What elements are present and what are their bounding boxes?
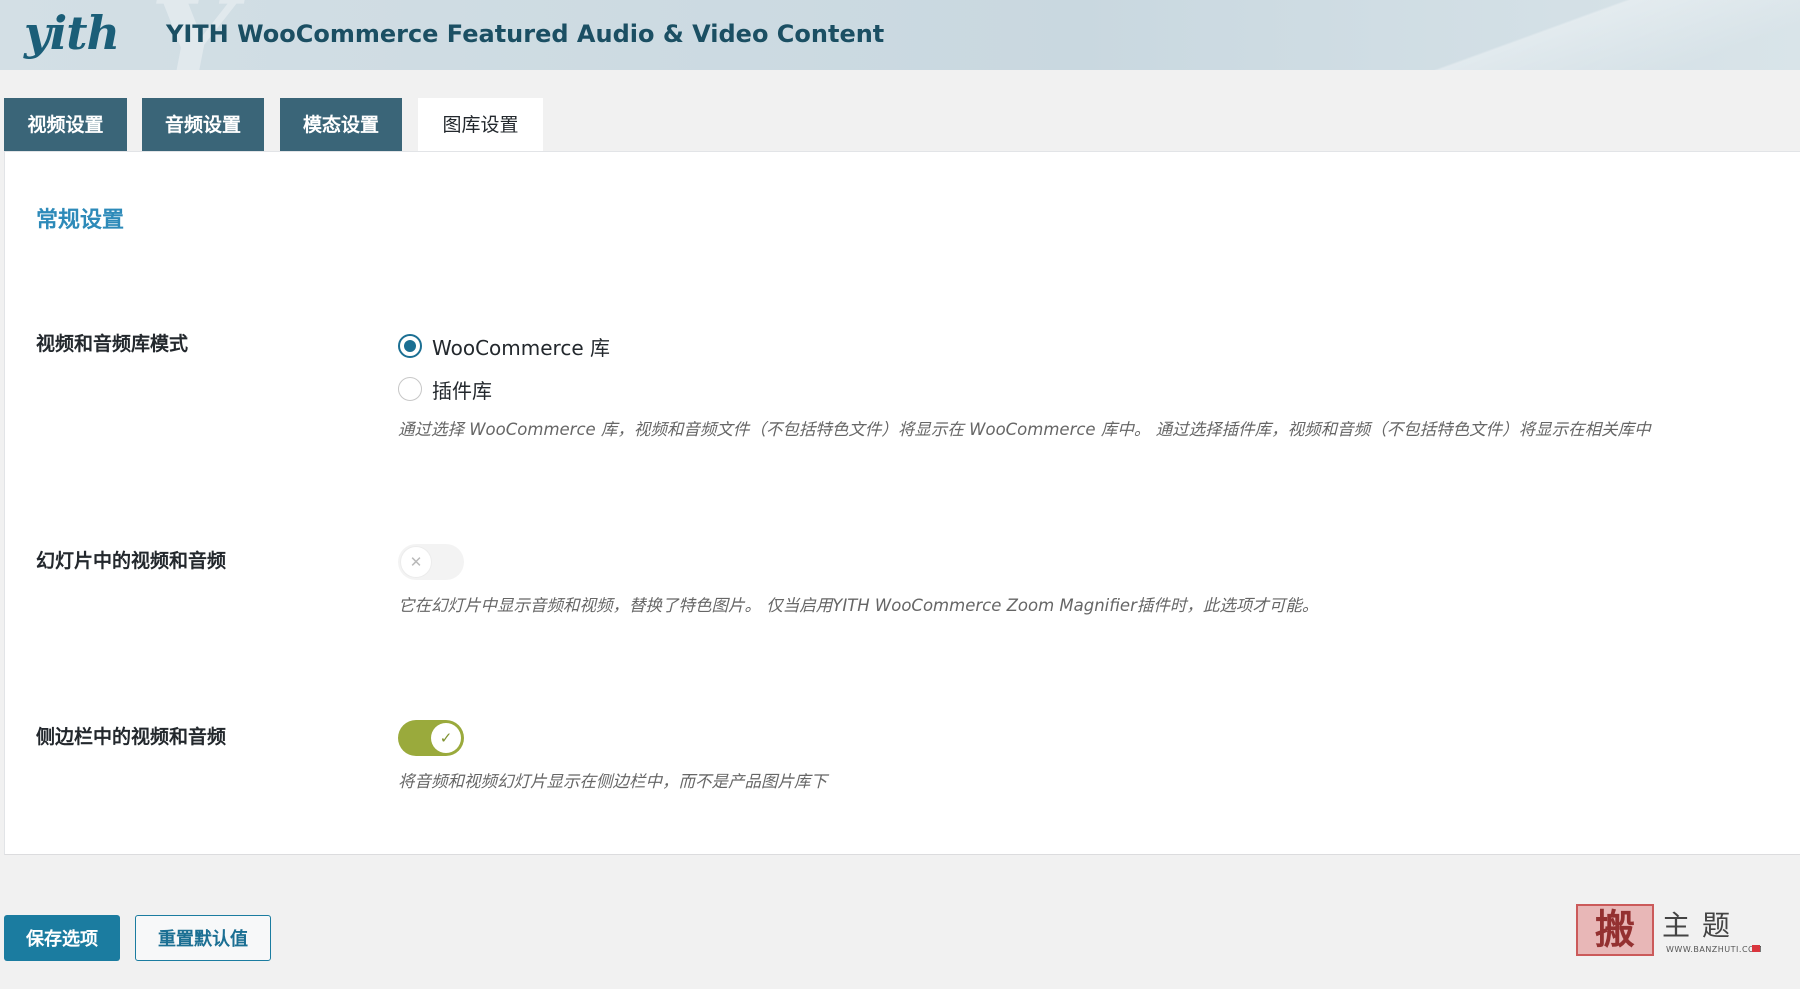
watermark-url: WWW.BANZHUTI.COM [1666, 945, 1763, 954]
watermark-seal: 搬 [1576, 904, 1654, 956]
reset-defaults-button[interactable]: 重置默认值 [135, 915, 271, 961]
slider-media-toggle[interactable]: ✕ [398, 544, 464, 580]
settings-panel: 常规设置 视频和音频库模式 WooCommerce 库 插件库 通过选择 Woo… [4, 151, 1800, 855]
plugin-header: Y yith YITH WooCommerce Featured Audio &… [0, 0, 1800, 70]
radio-button-unchecked[interactable] [398, 377, 422, 401]
site-watermark: 搬 主题 WWW.BANZHUTI.COM [1576, 900, 1766, 960]
radio-button-checked[interactable] [398, 334, 422, 358]
tab-gallery-settings[interactable]: 图库设置 [418, 98, 543, 152]
yith-logo: yith [24, 6, 120, 60]
plugin-title: YITH WooCommerce Featured Audio & Video … [166, 20, 885, 48]
tab-audio-settings[interactable]: 音频设置 [142, 98, 264, 152]
close-icon: ✕ [401, 547, 431, 577]
radio-option-label: 插件库 [432, 378, 492, 403]
watermark-title: 主题 [1662, 909, 1743, 942]
radio-option-label: WooCommerce 库 [432, 335, 610, 360]
sidebar-media-toggle[interactable]: ✓ [398, 720, 464, 756]
slider-media-description: 它在幻灯片中显示音频和视频，替换了特色图片。 仅当启用YITH WooComme… [398, 596, 1319, 615]
sidebar-media-description: 将音频和视频幻灯片显示在侧边栏中，而不是产品图片库下 [398, 772, 827, 791]
check-icon: ✓ [431, 723, 461, 753]
save-options-button[interactable]: 保存选项 [4, 915, 120, 961]
gallery-mode-description: 通过选择 WooCommerce 库，视频和音频文件（不包括特色文件）将显示在 … [398, 420, 1651, 439]
sidebar-media-label: 侧边栏中的视频和音频 [36, 726, 227, 748]
section-title: 常规设置 [36, 208, 125, 233]
radio-option-woocommerce-gallery[interactable]: WooCommerce 库 [398, 331, 610, 361]
header-background-shape [1380, 0, 1800, 70]
radio-option-plugin-gallery[interactable]: 插件库 [398, 374, 492, 404]
tab-video-settings[interactable]: 视频设置 [4, 98, 127, 152]
watermark-dot [1752, 945, 1760, 952]
tab-modal-settings[interactable]: 模态设置 [280, 98, 402, 152]
gallery-mode-label: 视频和音频库模式 [36, 333, 189, 355]
slider-media-label: 幻灯片中的视频和音频 [36, 550, 227, 572]
